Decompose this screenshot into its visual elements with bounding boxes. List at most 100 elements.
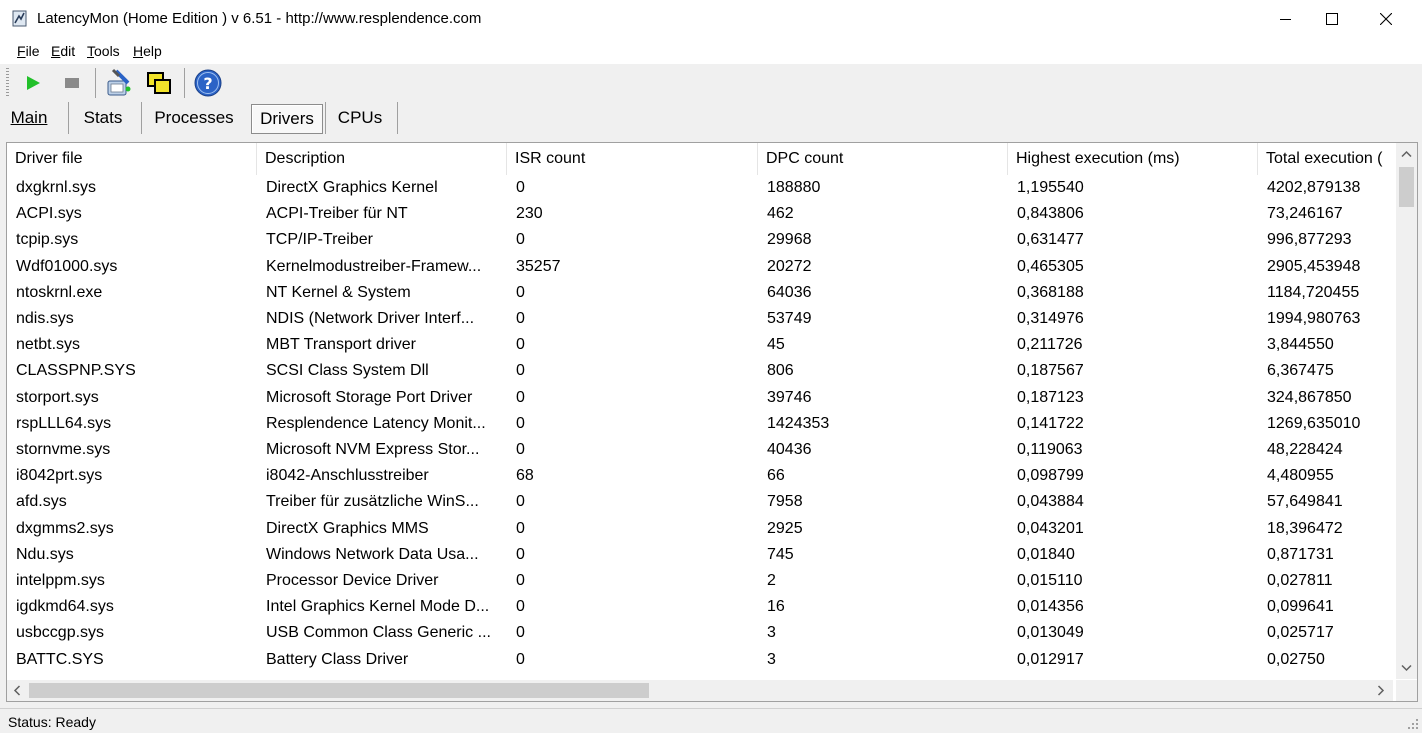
cell-description: ACPI-Treiber für NT: [266, 205, 408, 223]
cell-total-execution: 6,367475: [1267, 362, 1334, 380]
maximize-button[interactable]: [1306, 0, 1358, 38]
cell-driver-file: ndis.sys: [16, 310, 74, 327]
cell-dpc-count: 7958: [767, 493, 803, 511]
tab-drivers[interactable]: Drivers: [251, 104, 323, 134]
cell-highest-execution: 0,015110: [1017, 572, 1083, 589]
table-row[interactable]: CLASSPNP.SYS SCSI Class System Dll 0 806 0,1…: [7, 358, 1393, 384]
scroll-up-arrow-icon[interactable]: [1401, 150, 1412, 158]
cell-description: Microsoft Storage Port Driver: [266, 388, 473, 406]
column-header-dpc-count[interactable]: DPC count: [758, 143, 1008, 175]
scroll-right-arrow-icon[interactable]: [1377, 685, 1385, 696]
cell-total-execution: 0,099641: [1267, 598, 1334, 616]
table-row[interactable]: storport.sys Microsoft Storage Port Drive…: [7, 385, 1393, 411]
cell-driver-file: usbccgp.sys: [16, 624, 105, 642]
table-row[interactable]: tcpip.sys TCP/IP-Treiber 0 29968 0,631477 996…: [7, 227, 1393, 253]
cell-total-execution: 4202,879138: [1267, 179, 1361, 196]
table-row[interactable]: igdkmd64.sys Intel Graphics Kernel Mode D…: [7, 594, 1393, 620]
cell-isr-count: 0: [516, 310, 525, 327]
tab-main[interactable]: Main: [4, 104, 54, 132]
table-row[interactable]: ndis.sys NDIS (Network Driver Interf... 0 5…: [7, 306, 1393, 332]
table-row[interactable]: BATTC.SYS Battery Class Driver 0 3 0,012917 0…: [7, 647, 1393, 673]
horizontal-scrollbar[interactable]: [7, 680, 1393, 701]
cell-isr-count: 0: [516, 179, 525, 196]
vertical-scrollbar[interactable]: [1396, 143, 1417, 679]
minimize-button[interactable]: [1260, 0, 1312, 38]
cell-total-execution: 1269,635010: [1267, 414, 1361, 432]
help-button[interactable]: ?: [193, 67, 223, 99]
analyze-button[interactable]: [104, 67, 134, 99]
tab-cpus[interactable]: CPUs: [333, 104, 387, 132]
column-header-highest-execution[interactable]: Highest execution (ms): [1008, 143, 1258, 175]
menu-bar: File Edit Tools Help: [0, 38, 1422, 64]
menu-edit[interactable]: Edit: [51, 43, 75, 59]
status-text: Status: Ready: [8, 714, 96, 730]
table-row[interactable]: afd.sys Treiber für zusätzliche WinS... 0 7…: [7, 489, 1393, 515]
cell-dpc-count: 66: [767, 467, 785, 485]
cell-highest-execution: 0,465305: [1017, 257, 1084, 275]
windows-button[interactable]: [145, 67, 175, 99]
scroll-left-arrow-icon[interactable]: [13, 685, 21, 696]
table-row[interactable]: rspLLL64.sys Resplendence Latency Monit..…: [7, 411, 1393, 437]
column-header-isr-count[interactable]: ISR count: [507, 143, 758, 175]
cell-dpc-count: 2925: [767, 519, 803, 537]
menu-file[interactable]: File: [17, 43, 40, 59]
stop-button[interactable]: [57, 67, 87, 99]
toolbar: ?: [0, 64, 1422, 102]
close-icon: [1380, 13, 1392, 25]
close-window-button[interactable]: [1360, 0, 1412, 38]
toolbar-grip[interactable]: [6, 68, 9, 98]
cell-highest-execution: 0,098799: [1017, 467, 1084, 485]
menu-tools[interactable]: Tools: [87, 43, 120, 59]
cell-isr-count: 0: [516, 231, 525, 249]
table-row[interactable]: stornvme.sys Microsoft NVM Express Stor..…: [7, 437, 1393, 463]
cell-driver-file: CLASSPNP.SYS: [16, 362, 136, 380]
cell-dpc-count: 3: [767, 624, 776, 642]
cell-description: Treiber für zusätzliche WinS...: [266, 493, 479, 511]
table-row[interactable]: dxgkrnl.sys DirectX Graphics Kernel 0 18888…: [7, 175, 1393, 201]
cell-total-execution: 1994,980763: [1267, 310, 1361, 327]
start-button[interactable]: [18, 67, 48, 99]
cell-description: Processor Device Driver: [266, 572, 439, 589]
cell-highest-execution: 0,141722: [1017, 414, 1084, 432]
window-title: LatencyMon (Home Edition ) v 6.51 - http…: [37, 10, 482, 27]
cell-dpc-count: 3: [767, 650, 776, 668]
cell-isr-count: 0: [516, 283, 525, 301]
table-row[interactable]: i8042prt.sys i8042-Anschlusstreiber 68 66 0,…: [7, 463, 1393, 489]
cell-driver-file: igdkmd64.sys: [16, 598, 114, 616]
cell-total-execution: 0,027811: [1267, 572, 1333, 589]
tab-separator: [325, 102, 326, 134]
cell-dpc-count: 188880: [767, 179, 821, 196]
tab-processes[interactable]: Processes: [150, 104, 238, 132]
horizontal-scroll-thumb[interactable]: [29, 683, 649, 698]
cell-description: MBT Transport driver: [266, 336, 416, 354]
drivers-list[interactable]: Driver file Description ISR count DPC co…: [6, 142, 1418, 702]
vertical-scroll-thumb[interactable]: [1399, 167, 1414, 207]
table-row[interactable]: intelppm.sys Processor Device Driver 0 2 0,0…: [7, 568, 1393, 594]
cell-isr-count: 0: [516, 650, 525, 668]
cell-dpc-count: 40436: [767, 441, 812, 458]
cell-driver-file: BATTC.SYS: [16, 650, 104, 668]
resize-grip-icon[interactable]: [1407, 718, 1419, 730]
table-row[interactable]: netbt.sys MBT Transport driver 0 45 0,211726…: [7, 332, 1393, 358]
cell-highest-execution: 0,314976: [1017, 310, 1084, 327]
toolbar-separator: [184, 68, 185, 98]
tab-stats[interactable]: Stats: [76, 104, 130, 132]
table-row[interactable]: usbccgp.sys USB Common Class Generic ... 0…: [7, 620, 1393, 646]
scroll-down-arrow-icon[interactable]: [1401, 664, 1412, 672]
cell-description: NT Kernel & System: [266, 283, 411, 301]
tab-separator: [397, 102, 398, 134]
menu-help[interactable]: Help: [133, 43, 162, 59]
table-row[interactable]: ntoskrnl.exe NT Kernel & System 0 64036 0,36…: [7, 280, 1393, 306]
cell-isr-count: 0: [516, 493, 525, 511]
cell-dpc-count: 16: [767, 598, 785, 616]
cell-highest-execution: 0,631477: [1017, 231, 1084, 249]
table-row[interactable]: Wdf01000.sys Kernelmodustreiber-Framew...…: [7, 254, 1393, 280]
cell-highest-execution: 0,01840: [1017, 545, 1075, 563]
column-header-total-execution[interactable]: Total execution (: [1258, 143, 1397, 175]
column-header-description[interactable]: Description: [257, 143, 507, 175]
table-row[interactable]: Ndu.sys Windows Network Data Usa... 0 745 0,…: [7, 542, 1393, 568]
table-row[interactable]: dxgmms2.sys DirectX Graphics MMS 0 2925 0,04…: [7, 516, 1393, 542]
list-rows: dxgkrnl.sys DirectX Graphics Kernel 0 18888…: [7, 175, 1393, 679]
column-header-driver-file[interactable]: Driver file: [7, 143, 257, 175]
table-row[interactable]: ACPI.sys ACPI-Treiber für NT 230 462 0,84380…: [7, 201, 1393, 227]
